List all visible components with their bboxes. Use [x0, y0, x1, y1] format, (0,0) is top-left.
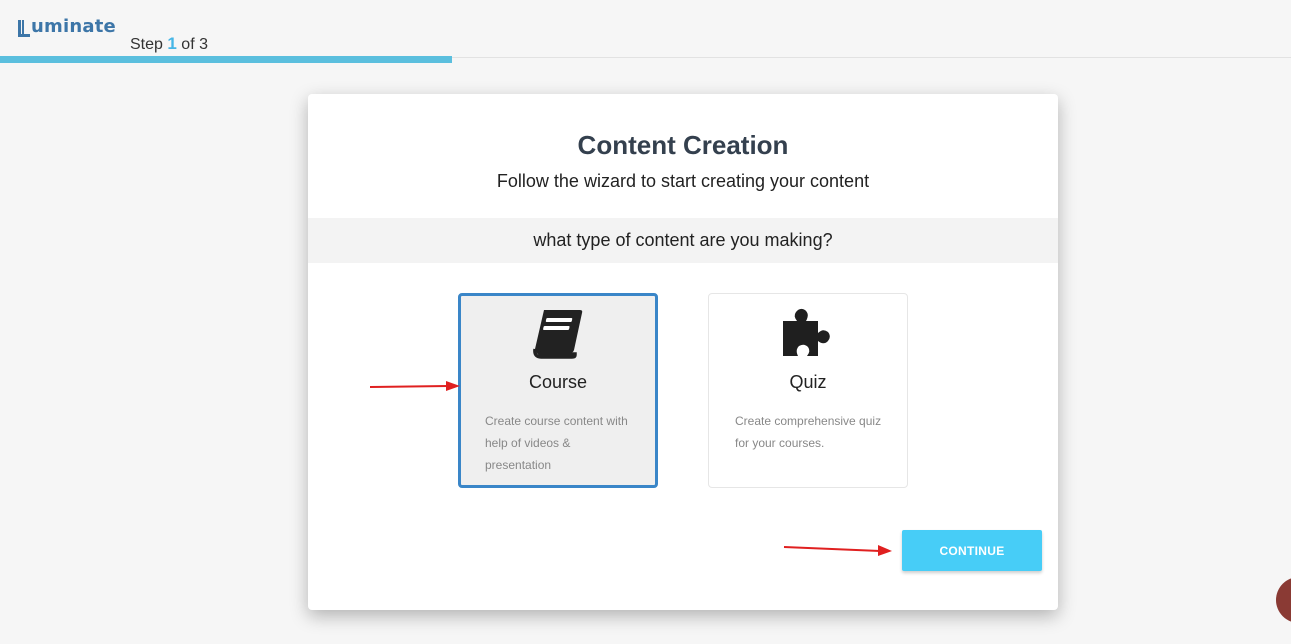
top-bar: uminate Step 1 of 3 — [0, 0, 1291, 58]
logo-text: uminate — [31, 16, 116, 37]
book-icon — [461, 306, 655, 360]
logo-mark-icon — [18, 19, 30, 37]
annotation-arrow-course — [369, 381, 460, 391]
chat-widget-button[interactable] — [1276, 577, 1291, 623]
option-quiz-title: Quiz — [789, 372, 827, 392]
content-type-question: what type of content are you making? — [308, 218, 1058, 263]
step-indicator: Step 1 of 3 — [130, 34, 208, 54]
progress-bar-fill — [0, 56, 452, 63]
wizard-title: Content Creation — [577, 130, 789, 160]
puzzle-piece-icon — [709, 306, 907, 360]
option-quiz[interactable]: Quiz Create comprehensive quiz for your … — [708, 293, 908, 488]
content-creation-wizard: Content Creation Follow the wizard to st… — [308, 94, 1058, 610]
option-course[interactable]: Course Create course content with help o… — [458, 293, 658, 488]
step-prefix: Step — [130, 36, 163, 53]
annotation-arrow-continue — [783, 545, 892, 556]
continue-button[interactable]: CONTINUE — [902, 530, 1042, 571]
luminate-logo[interactable]: uminate — [18, 16, 116, 37]
wizard-subtitle: Follow the wizard to start creating your… — [496, 171, 870, 191]
option-quiz-description: Create comprehensive quiz for your cours… — [735, 414, 882, 450]
option-course-title: Course — [528, 372, 588, 392]
step-current: 1 — [167, 34, 177, 53]
option-course-description: Create course content with help of video… — [485, 414, 628, 472]
progress-bar — [0, 56, 1291, 64]
step-suffix: of 3 — [181, 36, 208, 53]
